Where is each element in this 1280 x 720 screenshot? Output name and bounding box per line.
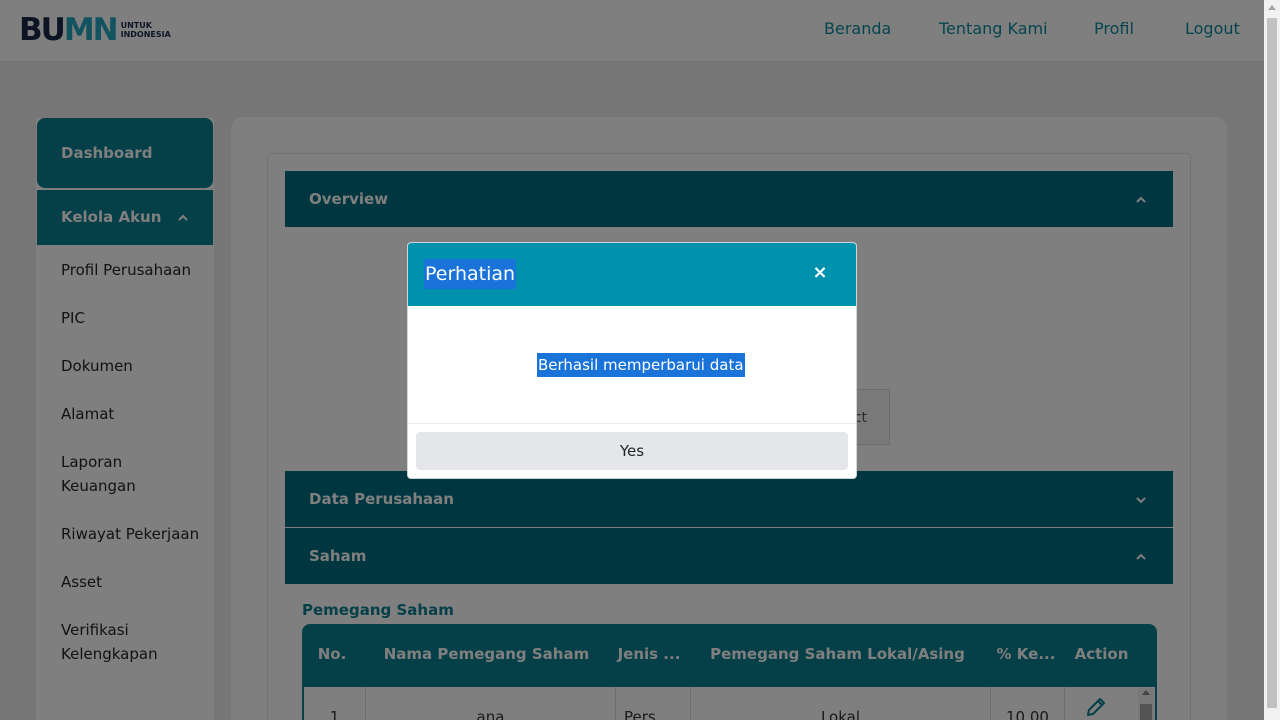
- alert-modal: Perhatian × Berhasil memperbarui data Ye…: [407, 242, 857, 479]
- close-icon[interactable]: ×: [810, 263, 830, 283]
- scroll-up-arrow-icon[interactable]: [1268, 5, 1276, 10]
- window-scrollbar[interactable]: [1264, 0, 1280, 720]
- modal-message: Berhasil memperbarui data: [537, 353, 745, 377]
- modal-body: Berhasil memperbarui data: [408, 306, 856, 423]
- modal-header: Perhatian ×: [408, 243, 856, 306]
- modal-title: Perhatian: [424, 259, 517, 289]
- modal-footer: Yes: [408, 423, 856, 478]
- scroll-thumb[interactable]: [1267, 18, 1277, 708]
- yes-button[interactable]: Yes: [416, 432, 848, 470]
